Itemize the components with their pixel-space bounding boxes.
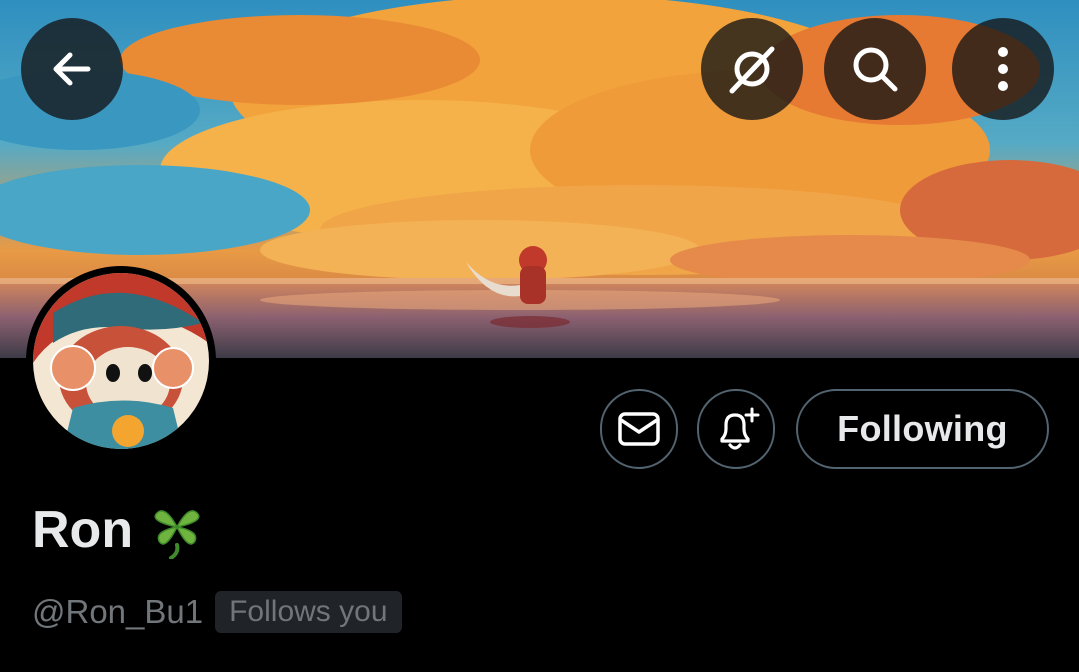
avatar-image bbox=[33, 273, 209, 449]
profile-avatar[interactable] bbox=[26, 266, 216, 456]
more-options-button[interactable] bbox=[952, 18, 1054, 120]
following-button[interactable]: Following bbox=[796, 389, 1049, 469]
grok-icon bbox=[729, 46, 775, 94]
message-button[interactable] bbox=[600, 389, 678, 469]
envelope-icon bbox=[618, 412, 660, 446]
search-icon bbox=[853, 47, 898, 92]
search-button[interactable] bbox=[824, 18, 926, 120]
more-vertical-icon bbox=[998, 47, 1008, 91]
profile-handle-row: @Ron_Bu1 Follows you bbox=[32, 591, 402, 633]
arrow-left-icon bbox=[53, 52, 91, 86]
profile-name-row: Ron bbox=[32, 500, 205, 560]
profile-handle: @Ron_Bu1 bbox=[32, 593, 204, 630]
notifications-button[interactable] bbox=[697, 389, 775, 469]
grok-button[interactable] bbox=[701, 18, 803, 120]
four-leaf-clover-icon bbox=[154, 510, 200, 559]
follows-you-badge: Follows you bbox=[215, 591, 402, 633]
back-button[interactable] bbox=[21, 18, 123, 120]
bell-plus-icon bbox=[720, 407, 760, 450]
profile-name: Ron bbox=[32, 501, 134, 559]
